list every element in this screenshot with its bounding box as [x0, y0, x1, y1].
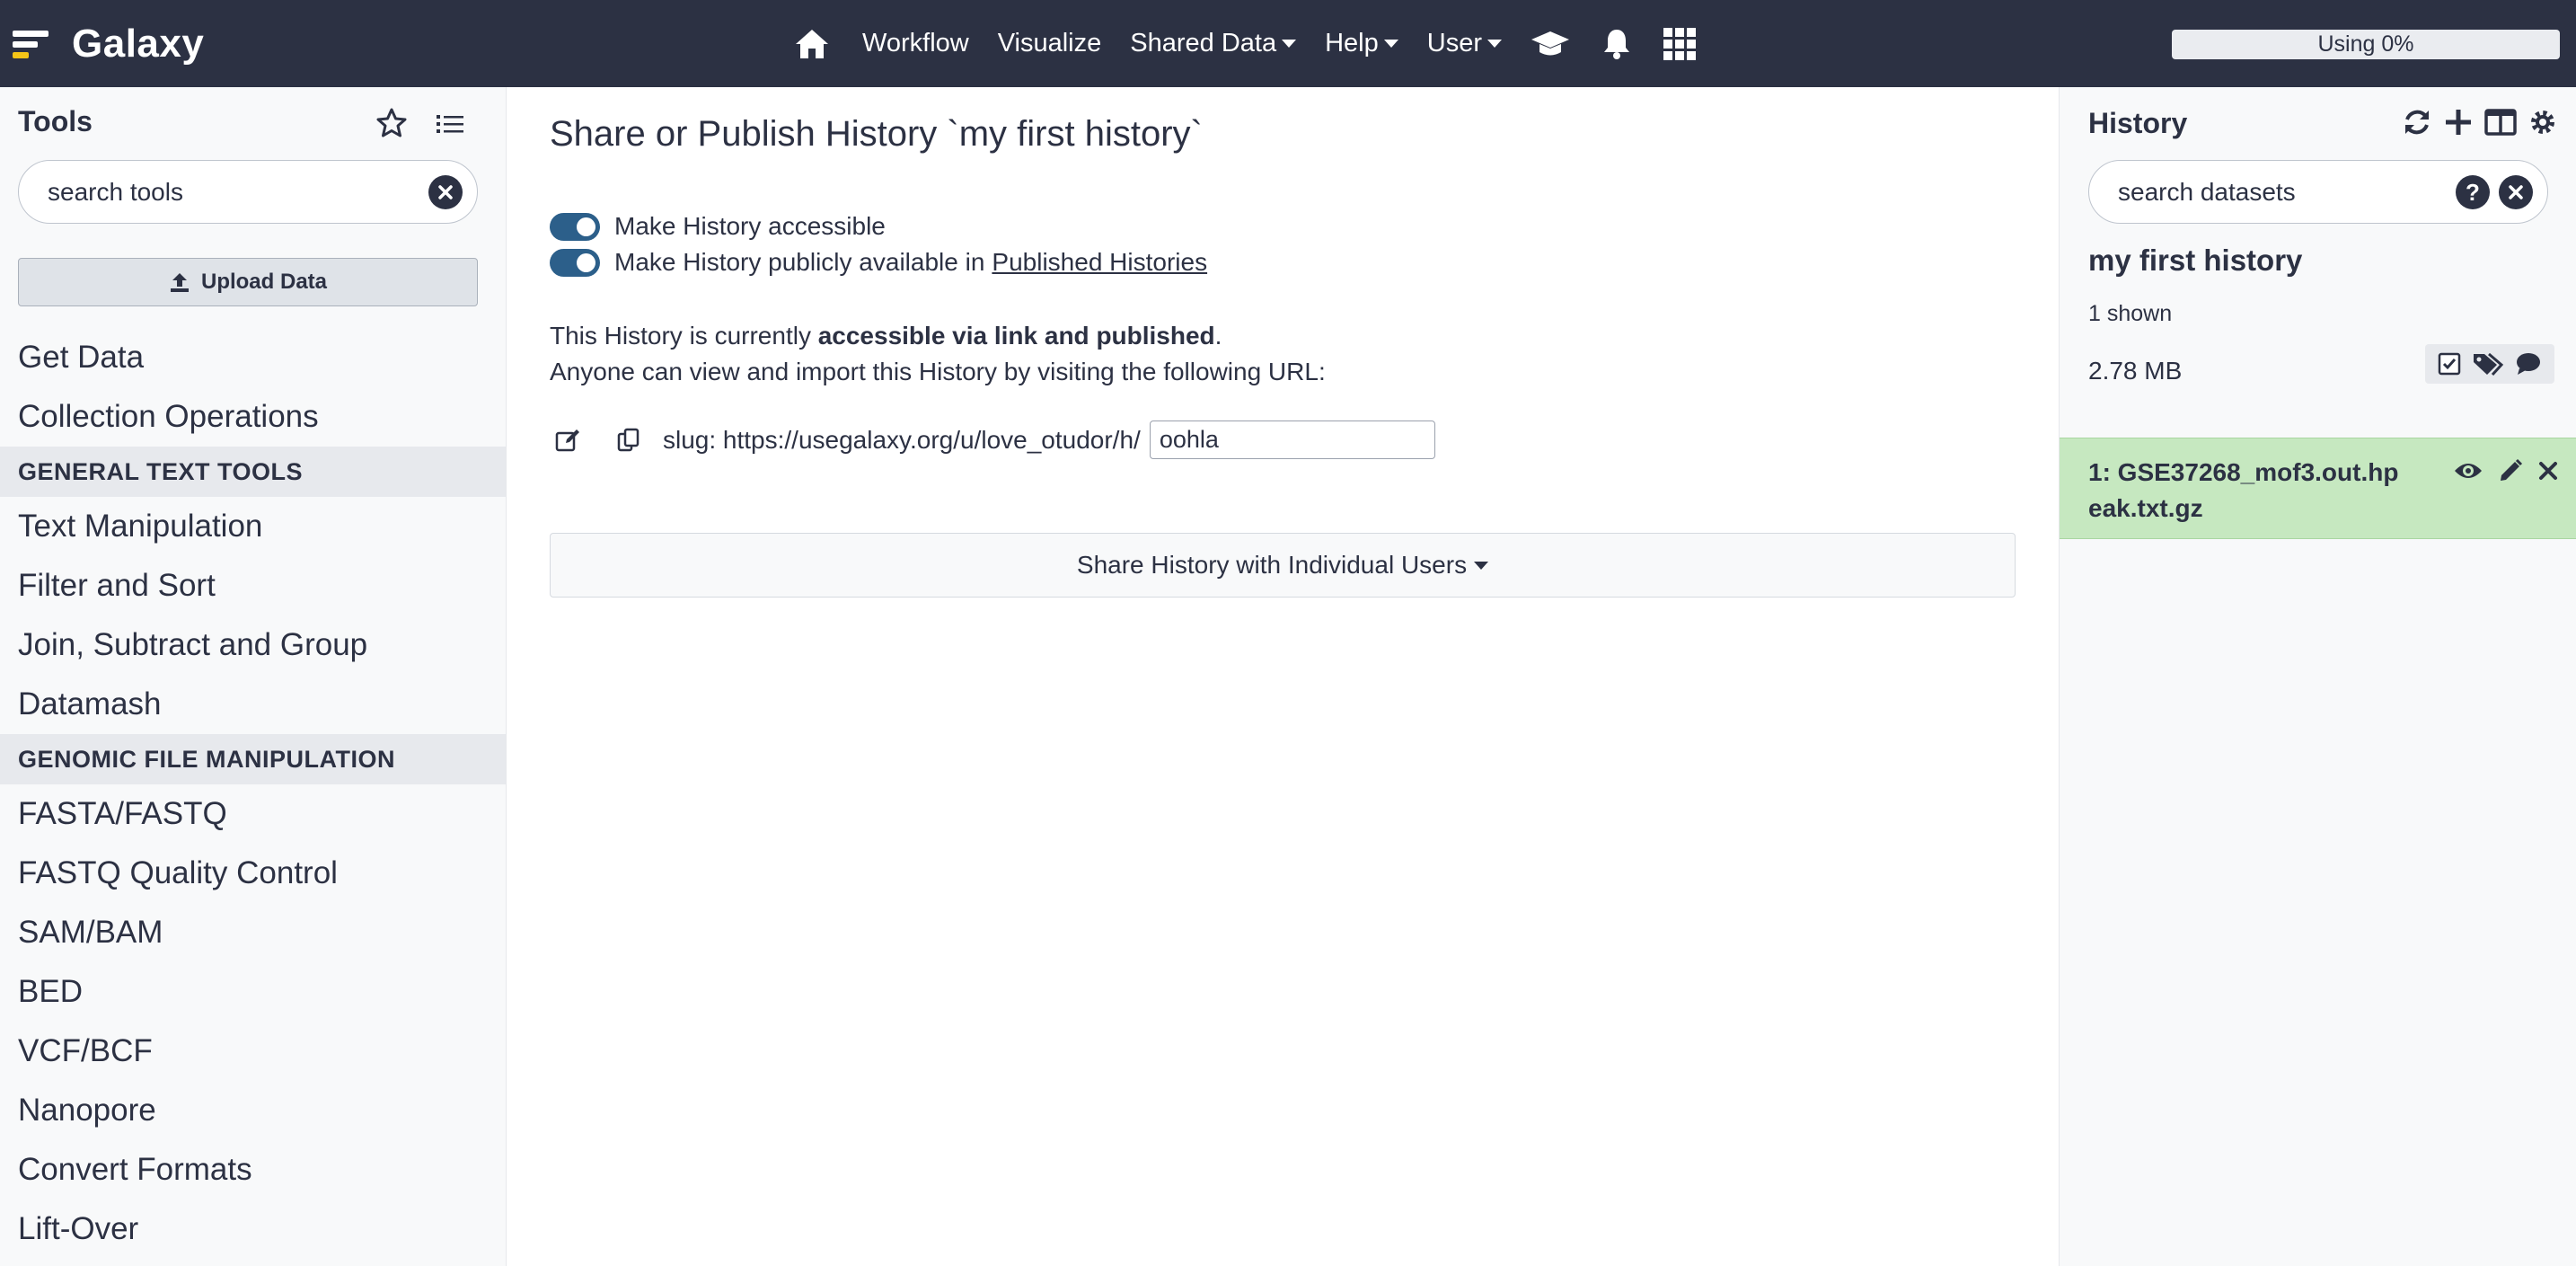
tool-category-text-manipulation[interactable]: Text Manipulation: [0, 497, 506, 556]
tool-category-join-subtract-group[interactable]: Join, Subtract and Group: [0, 615, 506, 675]
page-title: Share or Publish History `my first histo…: [550, 114, 1203, 154]
history-shown-count: 1 shown: [2088, 301, 2173, 326]
tool-section-genomic-file-manipulation: GENOMIC FILE MANIPULATION: [0, 734, 506, 784]
tool-category-bed[interactable]: BED: [0, 962, 506, 1022]
tool-category-get-data[interactable]: Get Data: [0, 328, 506, 387]
dataset-item[interactable]: 1: GSE37268_mof3.out.hpeak.txt.gz: [2060, 438, 2576, 539]
tool-panel-title: Tools: [18, 105, 93, 137]
comment-icon[interactable]: [2515, 351, 2542, 376]
published-toggle-label: Make History publicly available in: [614, 248, 985, 276]
upload-data-label: Upload Data: [200, 270, 327, 294]
caret-down-icon: [1383, 40, 1398, 48]
tool-category-sam-bam[interactable]: SAM/BAM: [0, 903, 506, 962]
tool-category-nanopore[interactable]: Nanopore: [0, 1081, 506, 1140]
graduation-cap-icon[interactable]: [1531, 30, 1570, 58]
refresh-icon[interactable]: [2402, 107, 2432, 137]
tags-icon[interactable]: [2472, 351, 2504, 376]
tool-category-collection-operations[interactable]: Collection Operations: [0, 387, 506, 447]
quota-meter[interactable]: Using 0%: [2172, 30, 2560, 59]
status-suffix: .: [1214, 322, 1222, 350]
tool-category-fasta-fastq[interactable]: FASTA/FASTQ: [0, 784, 506, 844]
share-with-users-button[interactable]: Share History with Individual Users: [550, 533, 2016, 598]
galaxy-logo-icon: [13, 23, 54, 65]
history-size: 2.78 MB: [2088, 357, 2183, 385]
nav-user-label: User: [1426, 29, 1482, 58]
brand[interactable]: Galaxy: [13, 0, 204, 87]
clear-search-icon[interactable]: [2499, 175, 2533, 209]
status-bold: accessible via link and published: [817, 322, 1215, 350]
tool-category-datamash[interactable]: Datamash: [0, 675, 506, 734]
list-icon[interactable]: [437, 111, 463, 142]
caret-down-icon: [1474, 561, 1489, 570]
copy-icon[interactable]: [611, 422, 647, 458]
caret-down-icon: [1282, 40, 1297, 48]
upload-data-button[interactable]: Upload Data: [18, 258, 478, 306]
star-icon[interactable]: [375, 107, 408, 144]
nav-help-label: Help: [1325, 29, 1379, 58]
nav-workflow-label: Workflow: [862, 29, 969, 58]
help-icon[interactable]: ?: [2456, 175, 2490, 209]
nav-help[interactable]: Help: [1325, 29, 1398, 58]
home-icon[interactable]: [794, 28, 830, 60]
columns-icon[interactable]: [2484, 108, 2517, 137]
share-with-users-label: Share History with Individual Users: [1076, 551, 1468, 579]
tool-category-filter-and-sort[interactable]: Filter and Sort: [0, 556, 506, 615]
nav-workflow[interactable]: Workflow: [862, 29, 969, 58]
history-toolbar: [2391, 107, 2558, 137]
tool-category-vcf-bcf[interactable]: VCF/BCF: [0, 1022, 506, 1081]
clear-search-icon[interactable]: [428, 175, 463, 209]
grid-icon[interactable]: [1663, 27, 1696, 60]
published-toggle-row: Make History publicly available in Publi…: [550, 248, 1207, 277]
dataset-search-input[interactable]: search datasets ?: [2088, 160, 2548, 224]
tool-section-general-text-tools: GENERAL TEXT TOOLS: [0, 447, 506, 497]
tool-list: Get Data Collection Operations GENERAL T…: [0, 328, 506, 1259]
nav-shared-data-label: Shared Data: [1130, 29, 1277, 58]
delete-icon[interactable]: [2537, 460, 2559, 482]
history-name[interactable]: my first history: [2088, 243, 2302, 278]
brand-title[interactable]: Galaxy: [72, 22, 204, 66]
slug-row: slug: https://usegalaxy.org/u/love_otudo…: [550, 421, 1435, 459]
quota-label: Using 0%: [2317, 31, 2414, 57]
nav-shared-data[interactable]: Shared Data: [1130, 29, 1297, 58]
main-nav: Workflow Visualize Shared Data Help User: [794, 0, 1728, 87]
dataset-search-placeholder: search datasets: [2118, 177, 2296, 206]
accessible-toggle-row: Make History accessible: [550, 212, 886, 241]
gear-icon[interactable]: [2527, 107, 2558, 137]
nav-user[interactable]: User: [1427, 29, 1502, 58]
published-toggle[interactable]: [550, 248, 600, 277]
center-panel: Share or Publish History `my first histo…: [507, 87, 2059, 1266]
published-histories-link[interactable]: Published Histories: [992, 248, 1207, 277]
accessible-toggle-label: Make History accessible: [614, 212, 886, 240]
plus-icon[interactable]: [2443, 107, 2474, 137]
slug-label: slug: https://usegalaxy.org/u/love_otudo…: [663, 425, 1141, 454]
tool-search-placeholder: search tools: [48, 177, 183, 206]
status-line-2: Anyone can view and import this History …: [550, 358, 1326, 385]
accessible-toggle[interactable]: [550, 212, 600, 241]
checkbox-select-icon[interactable]: [2438, 352, 2461, 376]
masthead: Galaxy Workflow Visualize Shared Data He…: [0, 0, 2576, 87]
eye-icon[interactable]: [2453, 460, 2483, 482]
history-panel: History search datasets ? my first histo…: [2059, 87, 2576, 1266]
dataset-title[interactable]: 1: GSE37268_mof3.out.hpeak.txt.gz: [2088, 455, 2412, 527]
edit-icon[interactable]: [550, 422, 586, 458]
status-line: This History is currently accessible via…: [550, 322, 1222, 350]
tool-category-lift-over[interactable]: Lift-Over: [0, 1200, 506, 1259]
tool-category-convert-formats[interactable]: Convert Formats: [0, 1140, 506, 1200]
caret-down-icon: [1486, 40, 1502, 48]
bell-icon[interactable]: [1602, 28, 1631, 60]
history-panel-title: History: [2088, 107, 2188, 139]
slug-input[interactable]: [1149, 421, 1435, 459]
pencil-icon[interactable]: [2498, 458, 2523, 483]
history-actions: [2425, 344, 2554, 384]
upload-icon: [170, 273, 189, 292]
nav-visualize-label: Visualize: [997, 29, 1102, 58]
nav-visualize[interactable]: Visualize: [998, 29, 1102, 58]
tool-category-fastq-quality-control[interactable]: FASTQ Quality Control: [0, 844, 506, 903]
status-prefix: This History is currently: [550, 322, 811, 350]
tool-search-input[interactable]: search tools: [18, 160, 478, 224]
tool-panel: Tools search tools Upload Data Get Data …: [0, 87, 507, 1266]
dataset-actions: [2439, 458, 2559, 483]
